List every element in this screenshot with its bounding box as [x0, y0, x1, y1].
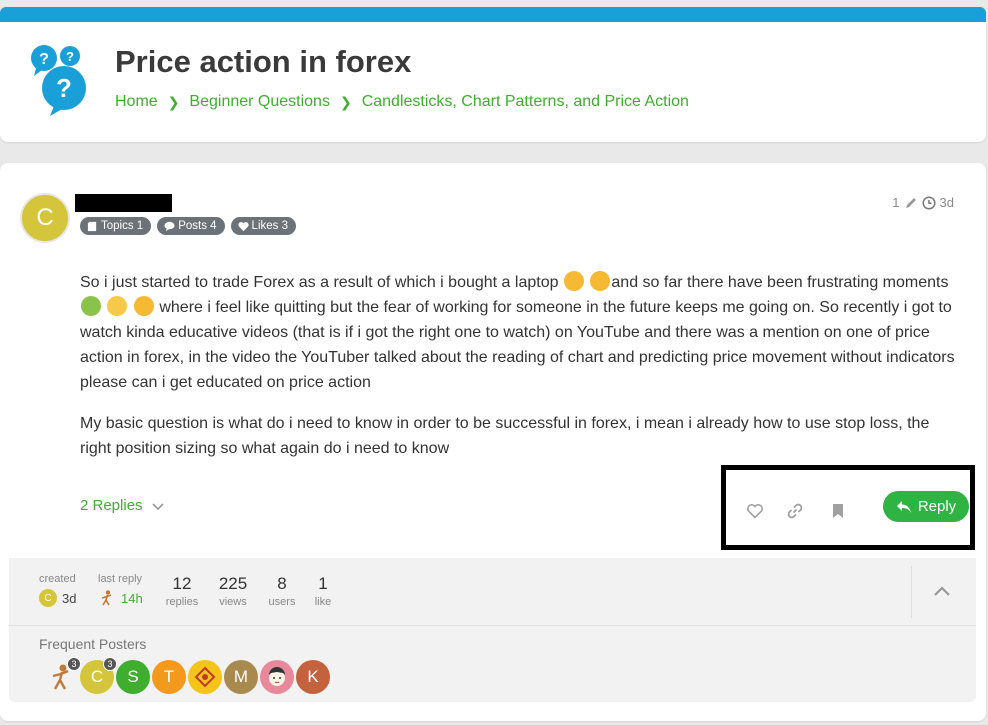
pattern-avatar-icon [194, 666, 216, 688]
post-body: So i just started to trade Forex as a re… [80, 270, 960, 461]
svg-text:?: ? [56, 73, 72, 103]
hugging-face-emoji-icon [590, 271, 611, 291]
post-actions: Reply [721, 465, 975, 550]
user-stats-badges: Topics 1 Posts 4 Likes 3 [80, 217, 296, 235]
page-title: Price action in forex [115, 44, 412, 79]
likes-count[interactable]: 1 like [301, 574, 345, 608]
chevron-down-icon [151, 502, 164, 510]
poster-avatar[interactable]: T [152, 660, 186, 694]
likes-badge[interactable]: Likes 3 [230, 217, 296, 235]
sneezing-face-emoji-icon [107, 296, 128, 316]
post-meta: 1 3d [892, 195, 954, 210]
post-age[interactable]: 3d [940, 195, 954, 210]
reply-arrow-icon [896, 500, 911, 513]
avatar: C [39, 589, 57, 607]
replies-toggle[interactable]: 2 Replies [80, 497, 165, 514]
pencil-icon[interactable] [904, 196, 918, 210]
heart-icon [237, 221, 249, 231]
breadcrumb: Home ❯ Beginner Questions ❯ Candlesticks… [115, 93, 689, 111]
replies-count: 12 replies [165, 574, 199, 608]
post-paragraph-2: My basic question is what do i need to k… [80, 415, 930, 457]
divider [911, 566, 912, 618]
created-stat[interactable]: created C 3d [39, 573, 76, 607]
summary-stats-row: created C 3d last reply 14h 12 replies 2… [9, 558, 976, 626]
last-reply-stat[interactable]: last reply 14h [98, 573, 143, 607]
svg-text:?: ? [66, 49, 74, 64]
chevron-right-icon: ❯ [167, 93, 180, 110]
avatar[interactable]: C [20, 193, 70, 243]
top-accent-bar [0, 7, 986, 22]
heart-outline-icon[interactable] [746, 502, 764, 520]
edit-count[interactable]: 1 [892, 195, 899, 210]
poster-avatar[interactable]: K [296, 660, 330, 694]
post-card: C Topics 1 Posts 4 Likes 3 1 3d So i jus… [0, 163, 986, 721]
question-bubbles-logo[interactable]: ? ? ? [28, 44, 94, 116]
views-count: 225 views [218, 574, 248, 608]
woozy-face-emoji-icon [133, 296, 154, 316]
svg-text:?: ? [39, 51, 49, 68]
hugging-face-emoji-icon [563, 271, 584, 291]
stick-figure-avatar-icon [101, 590, 112, 606]
poster-avatar[interactable]: 3 [44, 657, 81, 694]
topic-header: ? ? ? Price action in forex Home ❯ Begin… [0, 22, 986, 142]
reply-button[interactable]: Reply [883, 491, 969, 522]
users-count[interactable]: 8 users [260, 574, 304, 608]
nauseated-face-emoji-icon [81, 296, 101, 316]
topics-icon [87, 221, 97, 231]
cartoon-avatar-icon [269, 667, 285, 686]
chevron-right-icon: ❯ [339, 93, 352, 110]
post-paragraph-1: So i just started to trade Forex as a re… [80, 270, 960, 395]
bookmark-icon[interactable] [829, 502, 847, 520]
frequent-posters-list: 3 C 3 S T M K [44, 657, 330, 694]
clock-icon [921, 195, 936, 210]
poster-avatar[interactable]: S [116, 660, 150, 694]
poster-avatar[interactable] [188, 660, 222, 694]
breadcrumb-category[interactable]: Beginner Questions [189, 93, 330, 111]
poster-avatar[interactable]: C 3 [80, 657, 117, 694]
poster-avatar[interactable] [260, 660, 294, 694]
topics-badge[interactable]: Topics 1 [80, 217, 152, 235]
redacted-username [75, 194, 172, 212]
frequent-posters-label: Frequent Posters [39, 636, 147, 652]
breadcrumb-subcategory[interactable]: Candlesticks, Chart Patterns, and Price … [362, 93, 689, 111]
posts-badge[interactable]: Posts 4 [157, 217, 225, 235]
topic-summary: created C 3d last reply 14h 12 replies 2… [9, 558, 976, 702]
link-icon[interactable] [786, 502, 804, 520]
speech-bubble-icon [164, 221, 175, 231]
poster-avatar[interactable]: M [224, 660, 258, 694]
breadcrumb-home[interactable]: Home [115, 93, 158, 111]
chevron-up-icon[interactable] [931, 583, 953, 599]
